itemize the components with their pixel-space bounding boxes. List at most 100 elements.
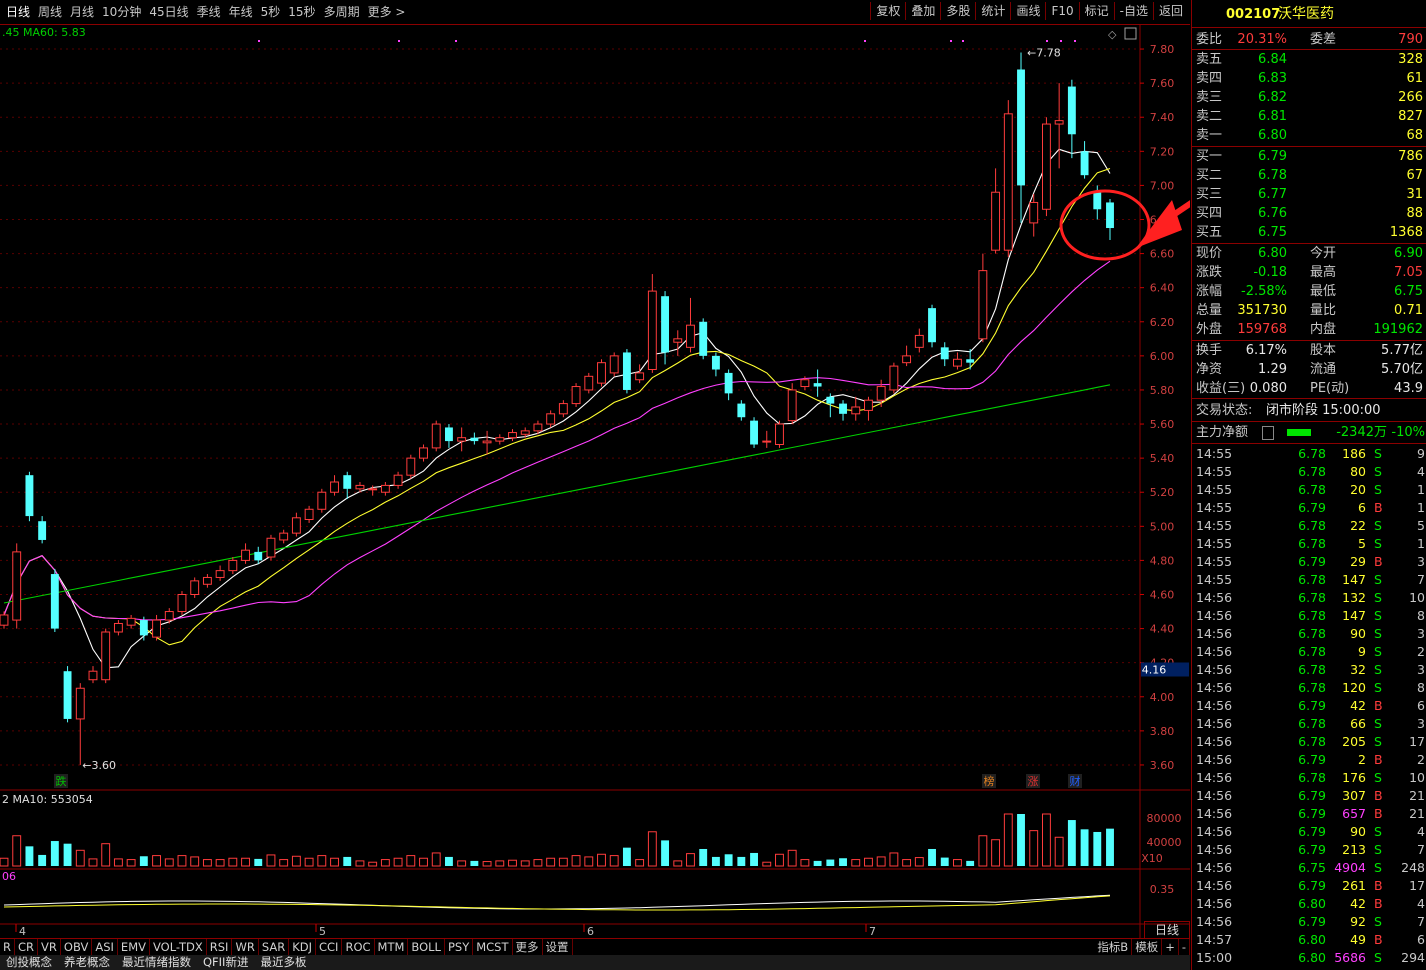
period-tab-4[interactable]: 45日线 bbox=[145, 3, 192, 21]
tick-direction: B bbox=[1374, 500, 1383, 515]
tick-row: 14:56 6.79 92 S 7 bbox=[1192, 913, 1426, 931]
tick-direction: S bbox=[1374, 482, 1382, 497]
bids-row[interactable]: 买二 6.78 67 bbox=[1192, 166, 1426, 185]
tick-count: 1 bbox=[1417, 482, 1425, 497]
concept-tab-2[interactable]: 最近情绪指数 bbox=[116, 955, 197, 970]
period-button[interactable]: 日线 bbox=[1144, 921, 1190, 939]
stat-value: 6.80 bbox=[1258, 246, 1287, 261]
action-tab-2[interactable]: 多股 bbox=[940, 2, 975, 20]
indicator-tab-15[interactable]: PSY bbox=[445, 939, 474, 955]
volume-bar bbox=[737, 856, 746, 866]
concept-tab-4[interactable]: 最近多板 bbox=[254, 955, 312, 970]
concept-tab-1[interactable]: 养老概念 bbox=[58, 955, 116, 970]
indicator-tab-0[interactable]: R bbox=[0, 939, 15, 955]
action-tab-5[interactable]: F10 bbox=[1045, 2, 1078, 20]
period-tab-7[interactable]: 5秒 bbox=[257, 3, 285, 21]
action-tab-1[interactable]: 叠加 bbox=[905, 2, 940, 20]
candle-body bbox=[902, 355, 912, 364]
tick-price: 6.78 bbox=[1298, 518, 1326, 533]
action-tab-7[interactable]: -自选 bbox=[1113, 2, 1153, 20]
tick-time: 15:00 bbox=[1196, 950, 1233, 965]
stat-value: -0.18 bbox=[1253, 265, 1287, 280]
period-tab-8[interactable]: 15秒 bbox=[284, 3, 319, 21]
high-label: ←7.78 bbox=[1027, 46, 1061, 59]
indicator-tab-14[interactable]: BOLL bbox=[408, 939, 445, 955]
tick-price: 6.78 bbox=[1298, 734, 1326, 749]
bids-row[interactable]: 买一 6.79 786 bbox=[1192, 147, 1426, 166]
indicator-tab-9[interactable]: SAR bbox=[259, 939, 290, 955]
action-tab-8[interactable]: 返回 bbox=[1152, 2, 1188, 20]
period-tab-3[interactable]: 10分钟 bbox=[98, 3, 145, 21]
concept-tab-3[interactable]: QFII新进 bbox=[197, 955, 254, 970]
action-tab-3[interactable]: 统计 bbox=[975, 2, 1010, 20]
asks-row[interactable]: 卖二 6.81 827 bbox=[1192, 107, 1426, 126]
bids-row[interactable]: 买三 6.77 31 bbox=[1192, 185, 1426, 204]
period-tab-6[interactable]: 年线 bbox=[225, 3, 257, 21]
candle-body bbox=[750, 420, 758, 445]
candle-body bbox=[584, 375, 594, 391]
list-icon[interactable] bbox=[1262, 426, 1274, 440]
volume-bar bbox=[647, 831, 657, 867]
period-tab-1[interactable]: 周线 bbox=[34, 3, 66, 21]
volume-bar bbox=[279, 859, 289, 867]
indicator-tab-2[interactable]: VR bbox=[38, 939, 61, 955]
candle-body bbox=[914, 334, 924, 348]
action-tab-4[interactable]: 画线 bbox=[1010, 2, 1045, 20]
bids-row[interactable]: 买五 6.75 1368 bbox=[1192, 223, 1426, 242]
tick-count: 3 bbox=[1417, 662, 1425, 677]
indicator-tab-6[interactable]: VOL-TDX bbox=[150, 939, 207, 955]
indicator-tab-13[interactable]: MTM bbox=[375, 939, 409, 955]
period-tab-0[interactable]: 日线 bbox=[2, 3, 34, 21]
candle-body bbox=[63, 671, 72, 719]
indicator-right-0[interactable]: 指标B bbox=[1094, 939, 1133, 955]
volume-bar bbox=[215, 859, 225, 867]
tick-price: 6.80 bbox=[1298, 950, 1326, 965]
indicator-right-1[interactable]: 模板 bbox=[1132, 939, 1163, 955]
period-tab-10[interactable]: 更多 > bbox=[364, 3, 410, 21]
indicator-tab-12[interactable]: ROC bbox=[342, 939, 375, 955]
indicator-tab-3[interactable]: OBV bbox=[61, 939, 93, 955]
asks-label: 卖四 bbox=[1196, 71, 1223, 86]
indicator-tab-5[interactable]: EMV bbox=[118, 939, 150, 955]
tick-direction: S bbox=[1374, 680, 1382, 695]
tick-volume: 20 bbox=[1350, 482, 1366, 497]
indicator-right-3[interactable]: - bbox=[1179, 939, 1190, 955]
main-flow-pct: -10% bbox=[1391, 425, 1425, 440]
indicator-right-2[interactable]: + bbox=[1162, 939, 1179, 955]
period-tab-9[interactable]: 多周期 bbox=[320, 3, 364, 21]
tick-time: 14:56 bbox=[1196, 806, 1233, 821]
candle-body bbox=[635, 372, 645, 381]
indicator-tab-7[interactable]: RSI bbox=[207, 939, 233, 955]
asks-row[interactable]: 卖一 6.80 68 bbox=[1192, 126, 1426, 145]
candle-body bbox=[177, 594, 187, 613]
period-tab-5[interactable]: 季线 bbox=[193, 3, 225, 21]
indicator-tab-17[interactable]: 更多 bbox=[513, 939, 543, 955]
tick-count: 3 bbox=[1417, 626, 1425, 641]
volume-bar bbox=[864, 857, 873, 867]
bids-row[interactable]: 买四 6.76 88 bbox=[1192, 204, 1426, 223]
asks-row[interactable]: 卖四 6.83 61 bbox=[1192, 69, 1426, 88]
indicator-tab-4[interactable]: ASI bbox=[92, 939, 118, 955]
concept-tab-0[interactable]: 创投概念 bbox=[0, 955, 58, 970]
indicator-tab-18[interactable]: 设置 bbox=[543, 939, 573, 955]
indicator-tab-16[interactable]: MCST bbox=[473, 939, 513, 955]
action-tab-6[interactable]: 标记 bbox=[1078, 2, 1114, 20]
tick-time: 14:56 bbox=[1196, 698, 1233, 713]
candle-body bbox=[152, 619, 161, 638]
volume-bar bbox=[546, 857, 556, 867]
stat-value-2: 6.75 bbox=[1394, 284, 1423, 299]
volume-bar bbox=[1041, 813, 1051, 867]
stat-row: 外盘 159768 内盘 191962 bbox=[1192, 320, 1426, 339]
period-tab-2[interactable]: 月线 bbox=[66, 3, 98, 21]
indicator-tab-10[interactable]: KDJ bbox=[289, 939, 316, 955]
asks-row[interactable]: 卖五 6.84 328 bbox=[1192, 50, 1426, 69]
candle-body bbox=[113, 622, 123, 633]
volume-bar bbox=[482, 861, 492, 867]
asks-row[interactable]: 卖三 6.82 266 bbox=[1192, 88, 1426, 107]
action-tab-0[interactable]: 复权 bbox=[870, 2, 905, 20]
kline-chart[interactable]: 7.807.607.407.207.006.806.606.406.206.00… bbox=[0, 24, 1190, 938]
indicator-tab-8[interactable]: WR bbox=[232, 939, 259, 955]
indicator-tab-11[interactable]: CCI bbox=[316, 939, 343, 955]
volume-bar bbox=[75, 849, 85, 867]
indicator-tab-1[interactable]: CR bbox=[15, 939, 39, 955]
